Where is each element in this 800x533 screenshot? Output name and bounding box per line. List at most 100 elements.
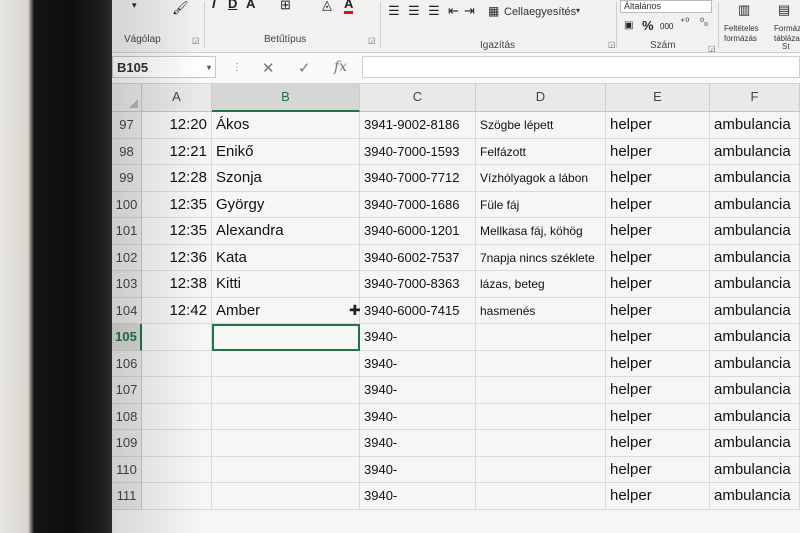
cell-complaint[interactable]: Mellkasa fáj, köhög [476, 218, 606, 245]
cell-time[interactable] [142, 483, 212, 510]
clipboard-launcher-icon[interactable]: ◲ [192, 36, 200, 45]
row-header[interactable]: 108 [112, 403, 142, 430]
column-header-a[interactable]: A [142, 84, 212, 112]
alignment-launcher-icon[interactable]: ◲ [608, 40, 616, 49]
cell-name[interactable] [212, 377, 360, 404]
row-header[interactable]: 97 [112, 112, 142, 139]
cell-complaint[interactable]: Szögbe lépett [476, 112, 606, 139]
row-header[interactable]: 102 [112, 244, 142, 271]
row-header[interactable]: 106 [112, 350, 142, 377]
cell-complaint[interactable]: 7napja nincs széklete [476, 244, 606, 271]
cell-name[interactable]: Szonja [212, 165, 360, 192]
row-header[interactable]: 103 [112, 271, 142, 298]
cell-id[interactable]: 3940-7000-8363 [360, 271, 476, 298]
row-header[interactable]: 105 [112, 324, 142, 351]
cell-name[interactable] [212, 403, 360, 430]
cell-id[interactable]: 3941-9002-8186 [360, 112, 476, 139]
number-format-select[interactable]: Általános [620, 0, 712, 13]
cell-ambulance[interactable]: ambulancia [710, 191, 800, 218]
cell-helper[interactable]: helper [606, 430, 710, 457]
cell-helper[interactable]: helper [606, 244, 710, 271]
row-header[interactable]: 101 [112, 218, 142, 245]
merge-icon[interactable]: ▦ [488, 4, 499, 18]
cell-helper[interactable]: helper [606, 191, 710, 218]
thousands-button[interactable]: 000 [660, 22, 673, 31]
cell-ambulance[interactable]: ambulancia [710, 456, 800, 483]
cell-helper[interactable]: helper [606, 271, 710, 298]
row-header[interactable]: 111 [112, 483, 142, 510]
row-header[interactable]: 110 [112, 456, 142, 483]
insert-function-icon[interactable]: fx [334, 59, 347, 75]
cell-ambulance[interactable]: ambulancia [710, 271, 800, 298]
format-as-table-icon[interactable]: ▤ [778, 2, 790, 18]
increase-decimal-icon[interactable]: ⁺⁰ [680, 17, 689, 28]
cell-complaint[interactable] [476, 403, 606, 430]
accounting-format-icon[interactable]: ▣ [624, 20, 633, 31]
cell-helper[interactable]: helper [606, 483, 710, 510]
cell-id[interactable]: 3940-6000-1201 [360, 218, 476, 245]
cell-helper[interactable]: helper [606, 377, 710, 404]
active-cell[interactable] [212, 324, 360, 351]
more-options-icon[interactable]: ⋮ [232, 62, 242, 73]
cell-complaint[interactable]: hasmenés [476, 297, 606, 324]
cell-ambulance[interactable]: ambulancia [710, 483, 800, 510]
row-header[interactable]: 98 [112, 138, 142, 165]
merge-button[interactable]: Cellaegyesítés [504, 6, 576, 18]
cell-complaint[interactable]: Vízhólyagok a lábon [476, 165, 606, 192]
cell-id[interactable]: 3940-6002-7537 [360, 244, 476, 271]
align-left-icon[interactable]: ☰ [388, 3, 400, 19]
row-header[interactable]: 99 [112, 165, 142, 192]
cell-ambulance[interactable]: ambulancia [710, 218, 800, 245]
cell-time[interactable] [142, 430, 212, 457]
cell-ambulance[interactable]: ambulancia [710, 138, 800, 165]
align-center-icon[interactable]: ☰ [408, 3, 420, 19]
cell-id[interactable]: 3940- [360, 483, 476, 510]
cell-name[interactable]: Amber [212, 297, 360, 324]
format-painter-icon[interactable]: 🖌 [172, 0, 189, 16]
cell-time[interactable] [142, 403, 212, 430]
cell-complaint[interactable] [476, 377, 606, 404]
cell-id[interactable]: 3940- [360, 456, 476, 483]
cell-time[interactable]: 12:38 [142, 271, 212, 298]
enter-icon[interactable]: ✓ [298, 59, 311, 77]
decrease-decimal-icon[interactable]: ⁰₀ [700, 17, 708, 28]
formula-input[interactable] [362, 56, 800, 78]
cell-complaint[interactable]: Füle fáj [476, 191, 606, 218]
cell-name[interactable] [212, 350, 360, 377]
row-header[interactable]: 104 [112, 297, 142, 324]
row-header[interactable]: 107 [112, 377, 142, 404]
cell-complaint[interactable] [476, 324, 606, 351]
cell-ambulance[interactable]: ambulancia [710, 165, 800, 192]
column-header-d[interactable]: D [476, 84, 606, 112]
cell-complaint[interactable] [476, 456, 606, 483]
cell-id[interactable]: 3940- [360, 324, 476, 351]
cell-complaint[interactable]: Felfázott [476, 138, 606, 165]
cell-name[interactable]: Ákos [212, 112, 360, 139]
cell-time[interactable]: 12:36 [142, 244, 212, 271]
cell-time[interactable]: 12:35 [142, 218, 212, 245]
format-as-table-button[interactable]: Formázás táblázat [774, 24, 800, 44]
cell-helper[interactable]: helper [606, 456, 710, 483]
cell-ambulance[interactable]: ambulancia [710, 112, 800, 139]
cell-name[interactable]: Alexandra [212, 218, 360, 245]
cell-id[interactable]: 3940-7000-1593 [360, 138, 476, 165]
cell-name[interactable] [212, 483, 360, 510]
select-all-button[interactable] [112, 84, 142, 112]
name-box[interactable]: B105 ▾ [112, 56, 216, 78]
column-header-c[interactable]: C [360, 84, 476, 112]
cell-helper[interactable]: helper [606, 324, 710, 351]
paste-dropdown-arrow-icon[interactable]: ▾ [132, 0, 137, 11]
cell-time[interactable]: 12:35 [142, 191, 212, 218]
number-launcher-icon[interactable]: ◲ [708, 44, 716, 53]
cell-time[interactable] [142, 377, 212, 404]
cell-id[interactable]: 3940- [360, 377, 476, 404]
font-size-button[interactable]: A [246, 0, 255, 11]
cell-time[interactable] [142, 324, 212, 351]
cell-ambulance[interactable]: ambulancia [710, 430, 800, 457]
cell-complaint[interactable] [476, 350, 606, 377]
cell-helper[interactable]: helper [606, 218, 710, 245]
cell-helper[interactable]: helper [606, 350, 710, 377]
cell-complaint[interactable] [476, 483, 606, 510]
italic-button[interactable]: I [212, 0, 216, 11]
cell-name[interactable]: György [212, 191, 360, 218]
